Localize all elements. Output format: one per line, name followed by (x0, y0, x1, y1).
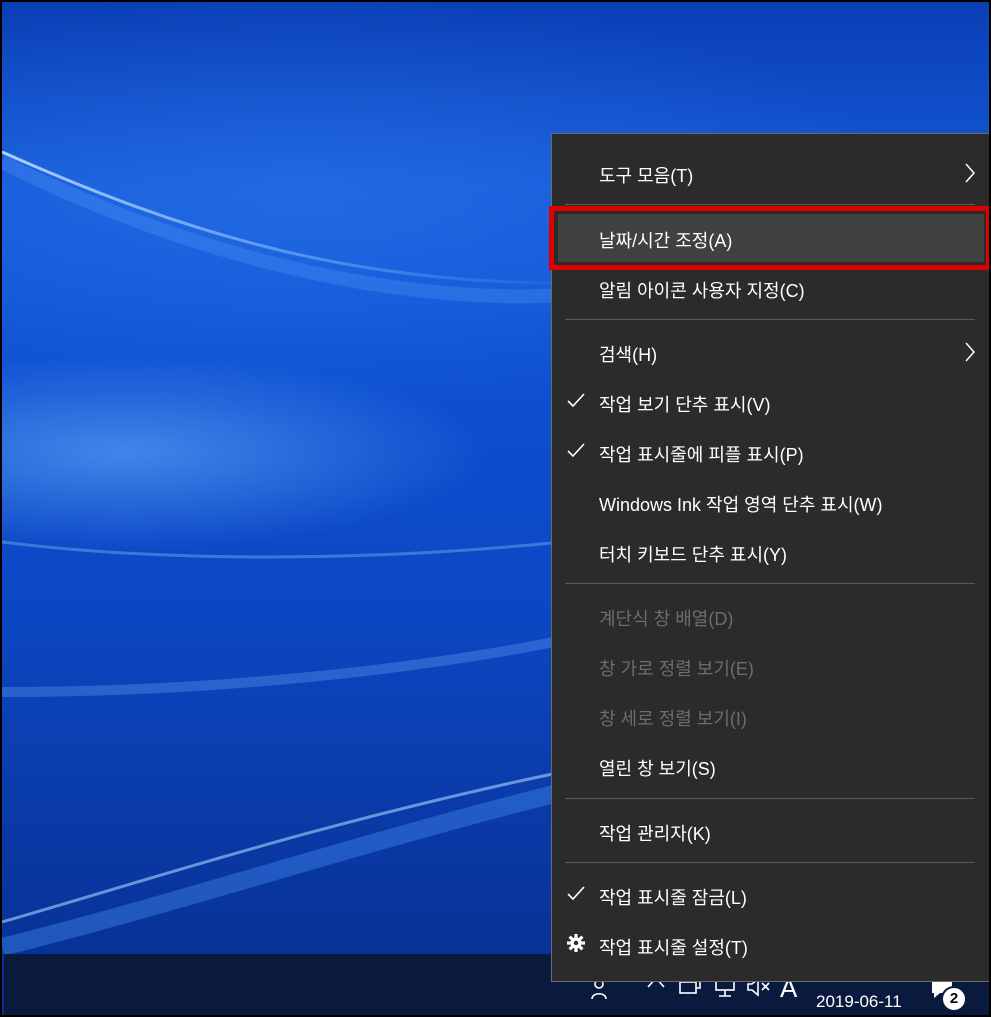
menu-item-search[interactable]: 검색(H) (558, 328, 984, 376)
menu-item-label: 창 세로 정렬 보기(I) (599, 709, 747, 729)
menu-item-show-desktop[interactable]: 열린 창 보기(S) (558, 742, 984, 790)
menu-item-label: 열린 창 보기(S) (599, 759, 716, 779)
menu-item-label: 작업 관리자(K) (599, 824, 711, 844)
menu-separator (565, 798, 975, 799)
checkmark-icon (567, 886, 585, 901)
desktop[interactable]: A 2019-06-11 2 도구 모음(T) 날짜/시간 조정(A) 알림 아… (0, 0, 991, 1017)
menu-item-label: 터치 키보드 단추 표시(Y) (599, 545, 788, 565)
menu-item-label: 작업 표시줄에 피플 표시(P) (599, 445, 804, 465)
menu-item-label: 작업 보기 단추 표시(V) (599, 395, 771, 415)
menu-item-show-task-view-button[interactable]: 작업 보기 단추 표시(V) (558, 378, 984, 426)
menu-item-label: 작업 표시줄 설정(T) (599, 938, 748, 958)
menu-item-show-people[interactable]: 작업 표시줄에 피플 표시(P) (558, 428, 984, 476)
checkmark-icon (567, 393, 585, 408)
menu-separator (565, 319, 975, 320)
chevron-right-icon (965, 163, 976, 183)
menu-separator (565, 583, 975, 584)
menu-item-label: 알림 아이콘 사용자 지정(C) (599, 281, 805, 301)
menu-item-customize-notification-icons[interactable]: 알림 아이콘 사용자 지정(C) (558, 264, 984, 312)
clock-date[interactable]: 2019-06-11 (816, 992, 902, 1012)
menu-item-cascade-windows[interactable]: 계단식 창 배열(D) (558, 592, 984, 640)
menu-item-side-by-side-windows[interactable]: 창 세로 정렬 보기(I) (558, 692, 984, 740)
menu-separator (565, 862, 975, 863)
gear-icon (567, 934, 585, 952)
menu-item-label: 계단식 창 배열(D) (599, 609, 734, 629)
menu-item-taskbar-settings[interactable]: 작업 표시줄 설정(T) (558, 921, 984, 969)
chevron-right-icon (965, 342, 976, 362)
notification-badge: 2 (941, 986, 967, 1012)
menu-item-lock-taskbar[interactable]: 작업 표시줄 잠금(L) (558, 871, 984, 919)
menu-item-label: 창 가로 정렬 보기(E) (599, 659, 754, 679)
menu-item-task-manager[interactable]: 작업 관리자(K) (558, 807, 984, 855)
menu-item-label: Windows Ink 작업 영역 단추 표시(W) (599, 495, 883, 515)
menu-item-show-touch-keyboard[interactable]: 터치 키보드 단추 표시(Y) (558, 528, 984, 576)
menu-item-label: 검색(H) (599, 345, 658, 365)
menu-item-stack-windows[interactable]: 창 가로 정렬 보기(E) (558, 642, 984, 690)
menu-item-label: 작업 표시줄 잠금(L) (599, 888, 747, 908)
highlight-box (549, 206, 989, 270)
menu-item-show-windows-ink[interactable]: Windows Ink 작업 영역 단추 표시(W) (558, 478, 984, 526)
menu-item-toolbars[interactable]: 도구 모음(T) (558, 149, 984, 197)
checkmark-icon (567, 443, 585, 458)
menu-item-label: 도구 모음(T) (599, 166, 694, 186)
menu-separator (565, 204, 975, 205)
